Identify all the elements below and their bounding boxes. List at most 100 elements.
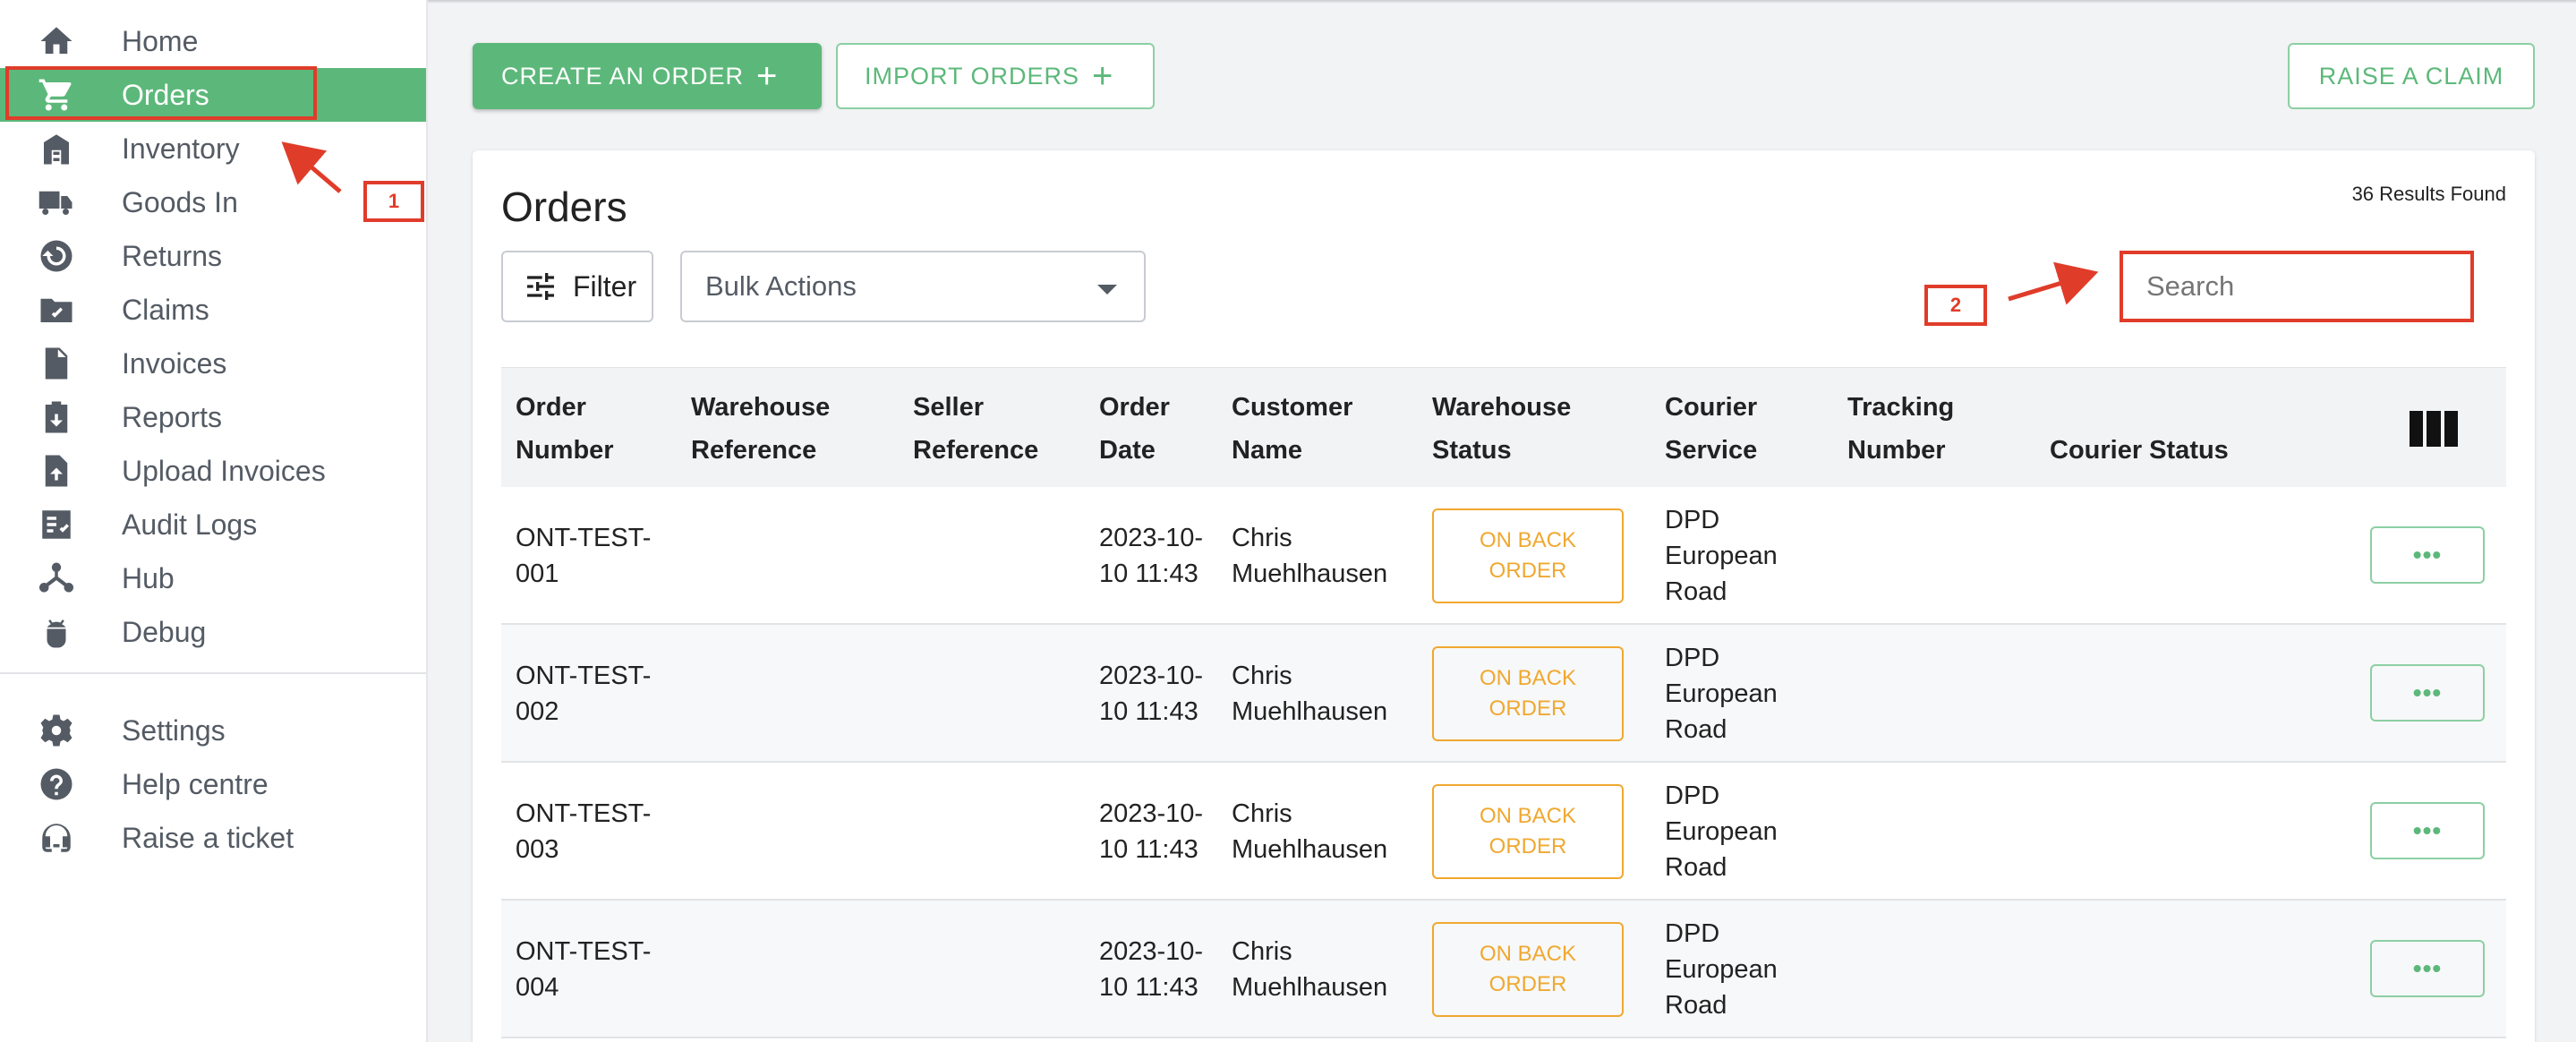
sidebar-item-settings[interactable]: Settings [0, 704, 426, 757]
import-orders-label: IMPORT ORDERS [865, 62, 1080, 90]
page-title: Orders [501, 184, 627, 230]
column-header-courier-service[interactable]: Courier Service [1665, 386, 1757, 472]
sidebar-item-label: Claims [122, 293, 209, 326]
returns-icon [36, 235, 77, 277]
status-badge: ON BACK ORDER [1432, 508, 1624, 603]
courier-service-cell: DPD European Road [1665, 919, 1778, 1020]
help-icon [36, 764, 77, 805]
column-header-warehouse-reference[interactable]: Warehouse Reference [691, 386, 830, 472]
order-number-cell[interactable]: ONT-TEST- 003 [516, 796, 651, 867]
status-badge: ON BACK ORDER [1432, 784, 1624, 879]
sidebar-item-label: Invoices [122, 346, 227, 380]
results-count: 36 Results Found [2351, 183, 2506, 205]
order-number-cell[interactable]: ONT-TEST- 004 [516, 934, 651, 1005]
plus-icon: + [1092, 56, 1114, 96]
columns-icon[interactable] [2410, 411, 2458, 447]
sidebar-item-upload-invoices[interactable]: Upload Invoices [0, 444, 426, 498]
sidebar-item-label: Debug [122, 615, 207, 648]
order-number-cell[interactable]: ONT-TEST- 001 [516, 520, 651, 592]
truck-icon [36, 182, 77, 223]
sidebar-item-goods-in[interactable]: Goods In [0, 175, 426, 229]
sidebar-item-debug[interactable]: Debug [0, 605, 426, 659]
sidebar-divider [0, 672, 426, 674]
sidebar: Home Orders Inventory Goods In Returns C… [0, 0, 428, 1042]
annotation-highlight-orders [5, 66, 317, 120]
row-actions-button[interactable]: ••• [2370, 664, 2485, 722]
sidebar-item-label: Help centre [122, 767, 269, 800]
warehouse-icon [36, 128, 77, 169]
row-actions-button[interactable]: ••• [2370, 526, 2485, 584]
column-header-warehouse-status[interactable]: Warehouse Status [1432, 386, 1571, 472]
order-date-cell: 2023-10- 10 11:43 [1099, 662, 1204, 726]
bulk-actions-label: Bulk Actions [705, 270, 857, 302]
sidebar-item-label: Home [122, 24, 199, 57]
status-badge: ON BACK ORDER [1432, 646, 1624, 741]
create-order-button[interactable]: CREATE AN ORDER + [473, 43, 822, 109]
sidebar-item-raise-ticket[interactable]: Raise a ticket [0, 811, 426, 865]
table-row[interactable]: ONT-TEST- 001 2023-10- 10 11:43 Chris Muehl… [501, 487, 2506, 625]
raise-claim-button[interactable]: RAISE A CLAIM [2288, 43, 2535, 109]
status-badge: ON BACK ORDER [1432, 922, 1624, 1017]
column-header-order-date[interactable]: Order Date [1099, 386, 1170, 472]
order-number-cell[interactable]: ONT-TEST- 002 [516, 658, 651, 730]
sidebar-item-label: Settings [122, 713, 226, 747]
folder-check-icon [36, 289, 77, 330]
hub-icon [36, 558, 77, 599]
sidebar-item-hub[interactable]: Hub [0, 551, 426, 605]
column-header-order-number[interactable]: Order Number [516, 386, 614, 472]
courier-service-cell: DPD European Road [1665, 782, 1778, 882]
sidebar-item-reports[interactable]: Reports [0, 390, 426, 444]
sidebar-item-audit-logs[interactable]: Audit Logs [0, 498, 426, 551]
order-date-cell: 2023-10- 10 11:43 [1099, 524, 1204, 588]
orders-card: Orders 36 Results Found Filter Bulk Acti… [473, 150, 2535, 1042]
sidebar-item-label: Returns [122, 239, 223, 272]
annotation-marker-2: 2 [1924, 285, 1987, 326]
search-input[interactable] [2120, 251, 2474, 322]
sidebar-item-inventory[interactable]: Inventory [0, 122, 426, 175]
sidebar-item-label: Reports [122, 400, 223, 433]
chevron-down-icon [1097, 285, 1117, 295]
filter-button[interactable]: Filter [501, 251, 653, 322]
sidebar-item-invoices[interactable]: Invoices [0, 337, 426, 390]
customer-name-cell: Chris Muehlhausen [1232, 937, 1388, 1002]
customer-name-cell: Chris Muehlhausen [1232, 524, 1388, 588]
courier-service-cell: DPD European Road [1665, 506, 1778, 606]
sidebar-item-label: Upload Invoices [122, 454, 326, 487]
home-icon [36, 21, 77, 62]
filter-sliders-icon [527, 273, 554, 300]
customer-name-cell: Chris Muehlhausen [1232, 799, 1388, 864]
sidebar-item-home[interactable]: Home [0, 14, 426, 68]
column-header-seller-reference[interactable]: Seller Reference [913, 386, 1038, 472]
android-icon [36, 611, 77, 653]
sidebar-item-help-centre[interactable]: Help centre [0, 757, 426, 811]
row-actions-button[interactable]: ••• [2370, 940, 2485, 997]
import-orders-button[interactable]: IMPORT ORDERS + [836, 43, 1155, 109]
top-shadow [428, 0, 2576, 4]
courier-service-cell: DPD European Road [1665, 644, 1778, 744]
sidebar-item-claims[interactable]: Claims [0, 283, 426, 337]
row-actions-button[interactable]: ••• [2370, 802, 2485, 859]
gear-icon [36, 710, 77, 751]
sidebar-item-label: Hub [122, 561, 175, 594]
column-header-tracking-number[interactable]: Tracking Number [1847, 386, 1954, 472]
order-date-cell: 2023-10- 10 11:43 [1099, 937, 1204, 1002]
table-row[interactable]: ONT-TEST- 003 2023-10- 10 11:43 Chris Muehl… [501, 763, 2506, 901]
sidebar-item-label: Goods In [122, 185, 238, 218]
bulk-actions-select[interactable]: Bulk Actions [680, 251, 1146, 322]
clipboard-download-icon [36, 397, 77, 438]
table-row[interactable]: ONT-TEST- 004 2023-10- 10 11:43 Chris Muehl… [501, 901, 2506, 1038]
annotation-marker-1: 1 [363, 181, 424, 222]
plus-icon: + [756, 56, 779, 96]
sidebar-item-label: Audit Logs [122, 508, 258, 541]
customer-name-cell: Chris Muehlhausen [1232, 662, 1388, 726]
column-header-courier-status[interactable]: Courier Status [2050, 386, 2229, 472]
column-header-customer-name[interactable]: Customer Name [1232, 386, 1352, 472]
file-icon [36, 343, 77, 384]
headset-icon [36, 817, 77, 858]
sidebar-item-label: Raise a ticket [122, 821, 294, 854]
sidebar-item-returns[interactable]: Returns [0, 229, 426, 283]
raise-claim-label: RAISE A CLAIM [2318, 62, 2504, 90]
create-order-label: CREATE AN ORDER [501, 62, 745, 90]
table-row[interactable]: ONT-TEST- 002 2023-10- 10 11:43 Chris Muehl… [501, 625, 2506, 763]
table-header: Order Number Warehouse Reference Seller Ref… [501, 367, 2506, 487]
